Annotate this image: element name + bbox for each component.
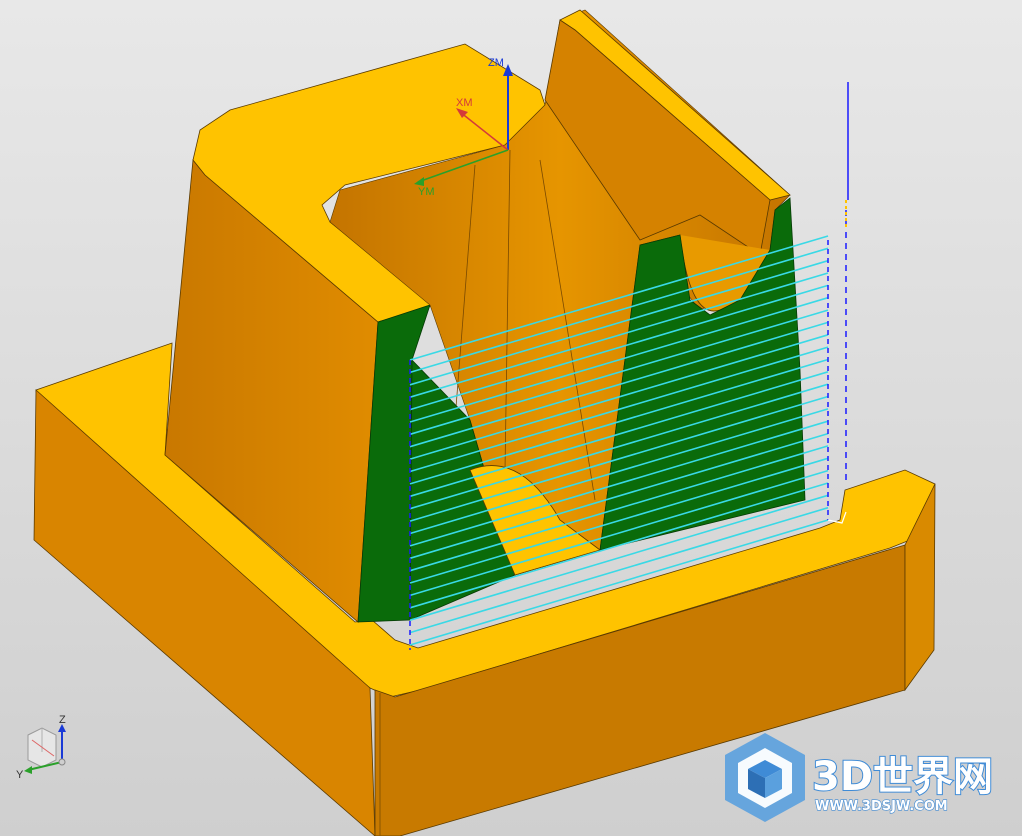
triad-y-label: Y bbox=[16, 769, 24, 781]
triad-z-label: Z bbox=[59, 714, 66, 726]
wcs-z-label: ZM bbox=[488, 57, 504, 69]
watermark-url: WWW.3DSJW.COM bbox=[815, 799, 948, 814]
graphics-window[interactable]: ZM XM YM Z Y 3D世界网 WWW.3DSJW.COM bbox=[0, 0, 1022, 836]
watermark-brand: 3D世界网 bbox=[812, 754, 993, 800]
wcs-x-label: XM bbox=[456, 97, 473, 109]
wcs-y-label: YM bbox=[418, 186, 435, 198]
model-scene[interactable]: ZM XM YM Z Y 3D世界网 WWW.3DSJW.COM bbox=[0, 0, 1022, 836]
